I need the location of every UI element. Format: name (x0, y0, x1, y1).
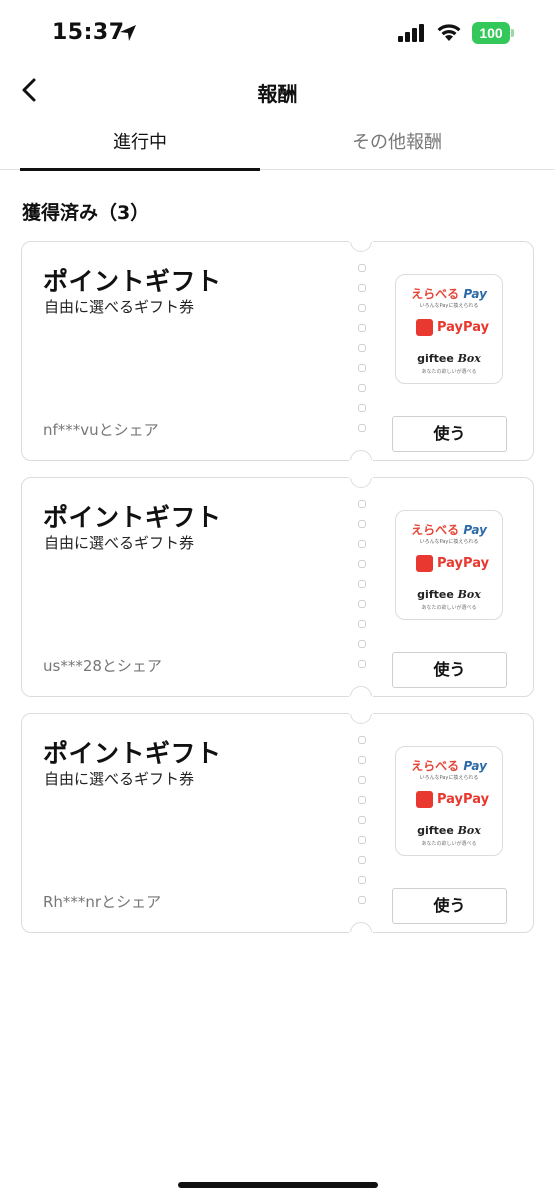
ticket-perforation (358, 264, 366, 272)
reward-card: ポイントギフト 自由に選べるギフト券 nf***vuとシェア えらべる Pay … (21, 240, 534, 462)
ticket-perforation (358, 776, 366, 784)
status-time: 15:37 (52, 20, 125, 45)
paypay-logo-text: PayPay (437, 792, 490, 807)
tab-other-rewards[interactable]: その他報酬 (277, 120, 517, 170)
card-subtitle: 自由に選べるギフト券 (44, 770, 195, 788)
erabe-pay-tagline: いろんなPayに換えられる (419, 539, 479, 545)
giftee-box-tagline: あなたの欲しいが選べる (421, 605, 477, 611)
ticket-perforation (358, 404, 366, 412)
paypay-logo-text: PayPay (437, 556, 490, 571)
ticket-perforation (358, 660, 366, 668)
ticket-perforation (358, 600, 366, 608)
card-subtitle: 自由に選べるギフト券 (44, 298, 195, 316)
ticket-perforation (358, 876, 366, 884)
giftee-box-tagline: あなたの欲しいが選べる (421, 841, 477, 847)
tab-in-progress-label: 進行中 (113, 132, 167, 153)
erabe-pay-logo-blue: Pay (463, 287, 487, 301)
ticket-perforation (358, 304, 366, 312)
ticket-notch-mask (349, 460, 373, 462)
giftee-box-text: Box (457, 352, 481, 365)
card-title: ポイントギフト (43, 267, 222, 296)
card-subtitle: 自由に選べるギフト券 (44, 534, 195, 552)
ticket-perforation (358, 384, 366, 392)
use-button[interactable]: 使う (392, 888, 507, 924)
ticket-perforation (358, 620, 366, 628)
ticket-perforation (358, 500, 366, 508)
use-button[interactable]: 使う (392, 652, 507, 688)
ticket-perforation (358, 816, 366, 824)
erabe-pay-logo: えらべる Pay (396, 521, 502, 538)
ticket-perforation (358, 580, 366, 588)
erabe-pay-logo-blue: Pay (463, 523, 487, 537)
card-share-text: Rh***nrとシェア (43, 893, 162, 911)
page-title: 報酬 (257, 82, 298, 106)
battery-icon: 100 (472, 22, 516, 44)
paypay-logo-text: PayPay (437, 320, 490, 335)
paypay-logo-icon (416, 555, 433, 572)
ticket-perforation (358, 896, 366, 904)
active-tab-underline (20, 168, 260, 171)
ticket-perforation (358, 856, 366, 864)
tab-bar: 進行中 その他報酬 (0, 120, 555, 171)
giftee-box-text: Box (457, 824, 481, 837)
ticket-notch-mask (349, 696, 373, 698)
ticket-notch-mask (349, 712, 373, 714)
giftee-logo-text: giftee (417, 588, 454, 601)
gift-brand-logos: えらべる Pay いろんなPayに換えられる PayPay giftee Box… (395, 510, 503, 620)
giftee-box-tagline: あなたの欲しいが選べる (421, 369, 477, 375)
gift-brand-logos: えらべる Pay いろんなPayに換えられる PayPay giftee Box… (395, 746, 503, 856)
reward-card: ポイントギフト 自由に選べるギフト券 Rh***nrとシェア えらべる Pay … (21, 712, 534, 934)
battery-level: 100 (472, 22, 510, 44)
home-indicator (178, 1182, 378, 1188)
ticket-perforation (358, 540, 366, 548)
erabe-pay-logo-red: えらべる (411, 287, 460, 301)
giftee-logo-text: giftee (417, 352, 454, 365)
ticket-perforation (358, 836, 366, 844)
card-share-text: nf***vuとシェア (43, 421, 159, 439)
reward-card: ポイントギフト 自由に選べるギフト券 us***28とシェア えらべる Pay … (21, 476, 534, 698)
giftee-box-logo: giftee Box (396, 824, 502, 837)
use-button[interactable]: 使う (392, 416, 507, 452)
location-arrow-icon (120, 25, 136, 41)
section-title: 獲得済み（3） (22, 202, 150, 224)
card-title: ポイントギフト (43, 739, 222, 768)
giftee-box-logo: giftee Box (396, 588, 502, 601)
cellular-signal-icon (398, 24, 424, 42)
ticket-perforation (358, 640, 366, 648)
ticket-perforation (358, 560, 366, 568)
giftee-box-text: Box (457, 588, 481, 601)
card-title: ポイントギフト (43, 503, 222, 532)
erabe-pay-logo: えらべる Pay (396, 757, 502, 774)
card-share-text: us***28とシェア (43, 657, 162, 675)
erabe-pay-logo-blue: Pay (463, 759, 487, 773)
erabe-pay-tagline: いろんなPayに換えられる (419, 303, 479, 309)
erabe-pay-logo-red: えらべる (411, 759, 460, 773)
erabe-pay-tagline: いろんなPayに換えられる (419, 775, 479, 781)
ticket-perforation (358, 344, 366, 352)
ticket-perforation (358, 364, 366, 372)
ticket-notch-mask (349, 932, 373, 934)
gift-brand-logos: えらべる Pay いろんなPayに換えられる PayPay giftee Box… (395, 274, 503, 384)
status-bar: 15:37 100 (0, 0, 555, 64)
paypay-logo-icon (416, 791, 433, 808)
erabe-pay-logo: えらべる Pay (396, 285, 502, 302)
ticket-perforation (358, 756, 366, 764)
ticket-perforation (358, 284, 366, 292)
giftee-box-logo: giftee Box (396, 352, 502, 365)
tab-in-progress[interactable]: 進行中 (20, 120, 260, 171)
ticket-perforation (358, 520, 366, 528)
erabe-pay-logo-red: えらべる (411, 523, 460, 537)
ticket-perforation (358, 324, 366, 332)
nav-bar: 報酬 (0, 64, 555, 120)
wifi-icon (437, 24, 461, 41)
paypay-logo-icon (416, 319, 433, 336)
ticket-perforation (358, 736, 366, 744)
ticket-notch-mask (349, 240, 373, 242)
ticket-perforation (358, 424, 366, 432)
tab-other-rewards-label: その他報酬 (352, 132, 442, 153)
ticket-notch-mask (349, 476, 373, 478)
giftee-logo-text: giftee (417, 824, 454, 837)
ticket-perforation (358, 796, 366, 804)
battery-tip (511, 29, 514, 37)
